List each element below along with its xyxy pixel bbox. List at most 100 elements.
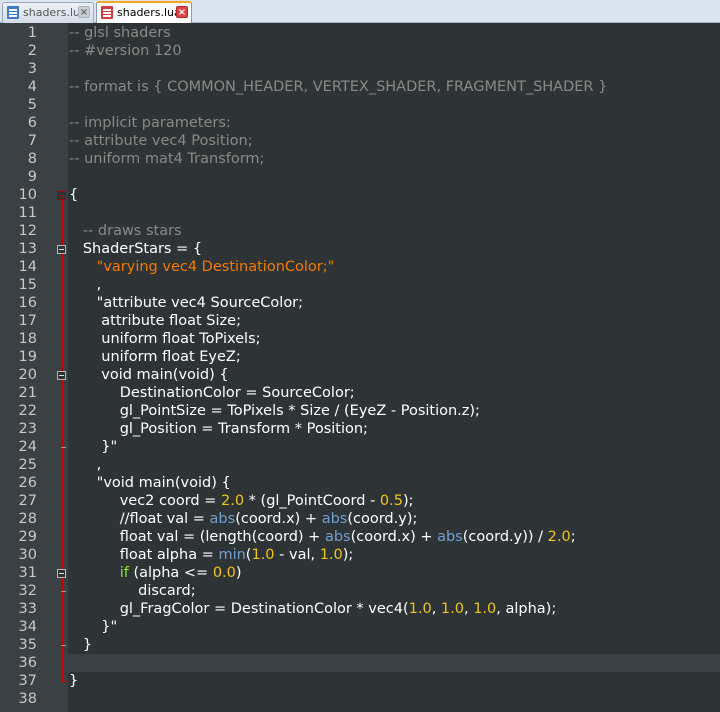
code-line-7[interactable]: 7 -- attribute vec4 Position; (0, 132, 720, 150)
line-code: -- implicit parameters: (69, 115, 231, 131)
code-line-15[interactable]: 15 , (0, 276, 720, 294)
code-line-38[interactable]: 38 (0, 690, 720, 708)
line-code: , (69, 457, 102, 473)
code-line-20[interactable]: 20 void main(void) { (0, 366, 720, 384)
line-number: 38 (18, 691, 37, 707)
fold-end-marker (61, 681, 67, 682)
code-line-8[interactable]: 8 -- uniform mat4 Transform; (0, 150, 720, 168)
code-line-9[interactable]: 9 (0, 168, 720, 186)
line-code: ShaderStars = { (69, 241, 203, 257)
line-code: }" (69, 619, 118, 635)
line-number: 2 (27, 43, 37, 59)
code-line-1[interactable]: 1 -- glsl shaders (0, 24, 720, 42)
code-line-4[interactable]: 4 -- format is { COMMON_HEADER, VERTEX_SH… (0, 78, 720, 96)
line-code: -- #version 120 (69, 43, 182, 59)
line-number: 4 (27, 79, 37, 95)
line-number: 16 (18, 295, 37, 311)
code-line-17[interactable]: 17 attribute float Size; (0, 312, 720, 330)
line-number: 22 (18, 403, 37, 419)
line-number: 15 (18, 277, 37, 293)
code-line-3[interactable]: 3 (0, 60, 720, 78)
fold-end-marker (61, 645, 66, 646)
line-code: float val = (length(coord) + abs(coord.x… (69, 529, 576, 545)
line-code: //float val = abs(coord.x) + abs(coord.y… (69, 511, 418, 527)
code-line-18[interactable]: 18 uniform float ToPixels; (0, 330, 720, 348)
code-line-27[interactable]: 27 vec2 coord = 2.0 * (gl_PointCoord - 0… (0, 492, 720, 510)
code-line-24[interactable]: 24 }" (0, 438, 720, 456)
line-code: -- glsl shaders (69, 25, 171, 41)
code-line-34[interactable]: 34 }" (0, 618, 720, 636)
line-number: 24 (18, 439, 37, 455)
lua-file-icon (7, 6, 19, 19)
fold-toggle-icon[interactable] (57, 245, 66, 254)
code-line-35[interactable]: 35 } (0, 636, 720, 654)
code-line-21[interactable]: 21 DestinationColor = SourceColor; (0, 384, 720, 402)
line-code: , (69, 277, 102, 293)
line-number: 7 (27, 133, 37, 149)
line-code: uniform float EyeZ; (69, 349, 241, 365)
line-number: 13 (18, 241, 37, 257)
fold-end-marker (61, 591, 66, 592)
line-number: 1 (27, 25, 37, 41)
code-line-28[interactable]: 28 //float val = abs(coord.x) + abs(coor… (0, 510, 720, 528)
close-tab-icon[interactable]: × (176, 6, 188, 18)
code-line-22[interactable]: 22 gl_PointSize = ToPixels * Size / (Eye… (0, 402, 720, 420)
code-line-31[interactable]: 31 if (alpha <= 0.0) (0, 564, 720, 582)
code-line-23[interactable]: 23 gl_Position = Transform * Position; (0, 420, 720, 438)
fold-range-line (61, 200, 63, 681)
line-code: float alpha = min(1.0 - val, 1.0); (69, 547, 354, 563)
code-line-30[interactable]: 30 float alpha = min(1.0 - val, 1.0); (0, 546, 720, 564)
line-code: -- draws stars (82, 223, 182, 239)
code-line-2[interactable]: 2 -- #version 120 (0, 42, 720, 60)
code-line-33[interactable]: 33 gl_FragColor = DestinationColor * vec… (0, 600, 720, 618)
line-number: 34 (18, 619, 37, 635)
fold-toggle-icon[interactable] (57, 569, 66, 578)
fold-toggle-icon[interactable] (57, 191, 66, 200)
line-number: 36 (18, 655, 37, 671)
line-number: 6 (27, 115, 37, 131)
line-number: 30 (18, 547, 37, 563)
code-line-25[interactable]: 25 , (0, 456, 720, 474)
line-number: 18 (18, 331, 37, 347)
fold-toggle-icon[interactable] (57, 371, 66, 380)
line-code: "attribute vec4 SourceColor; (69, 295, 304, 311)
line-code: "varying vec4 DestinationColor;" (96, 259, 335, 275)
code-line-12[interactable]: 12 -- draws stars (0, 222, 720, 240)
line-number: 23 (18, 421, 37, 437)
code-line-16[interactable]: 16 "attribute vec4 SourceColor; (0, 294, 720, 312)
code-line-14[interactable]: 14 "varying vec4 DestinationColor;" (0, 258, 720, 276)
line-number: 28 (18, 511, 37, 527)
tab-shaders-lua-2[interactable]: shaders.lua × (96, 1, 192, 23)
code-line-36[interactable]: 36 (0, 654, 720, 672)
code-line-32[interactable]: 32 discard; (0, 582, 720, 600)
code-line-6[interactable]: 6 -- implicit parameters: (0, 114, 720, 132)
line-number: 33 (18, 601, 37, 617)
code-line-29[interactable]: 29 float val = (length(coord) + abs(coor… (0, 528, 720, 546)
close-tab-icon[interactable]: × (78, 6, 90, 18)
line-number: 10 (18, 187, 37, 203)
current-line-highlight (68, 654, 720, 672)
line-code: }" (69, 439, 118, 455)
line-number: 35 (18, 637, 37, 653)
code-line-19[interactable]: 19 uniform float EyeZ; (0, 348, 720, 366)
code-line-37[interactable]: 37} (0, 672, 720, 690)
line-number: 37 (18, 673, 37, 689)
code-line-26[interactable]: 26 "void main(void) { (0, 474, 720, 492)
code-line-5[interactable]: 5 (0, 96, 720, 114)
line-number: 5 (27, 97, 37, 113)
line-code: DestinationColor = SourceColor; (69, 385, 355, 401)
code-line-11[interactable]: 11 (0, 204, 720, 222)
line-code: gl_PointSize = ToPixels * Size / (EyeZ -… (69, 403, 480, 419)
tab-shaders-lua-1[interactable]: shaders.lua × (2, 2, 94, 23)
line-number: 11 (18, 205, 37, 221)
code-line-13[interactable]: 13 ShaderStars = { (0, 240, 720, 258)
code-line-10[interactable]: 10 { (0, 186, 720, 204)
fold-end-marker (61, 447, 66, 448)
line-number: 32 (18, 583, 37, 599)
line-code: } (69, 637, 93, 653)
line-number: 25 (18, 457, 37, 473)
line-number: 26 (18, 475, 37, 491)
line-code: discard; (69, 583, 196, 599)
line-code: -- format is { COMMON_HEADER, VERTEX_SHA… (69, 79, 608, 95)
line-code: gl_FragColor = DestinationColor * vec4(1… (69, 601, 557, 617)
